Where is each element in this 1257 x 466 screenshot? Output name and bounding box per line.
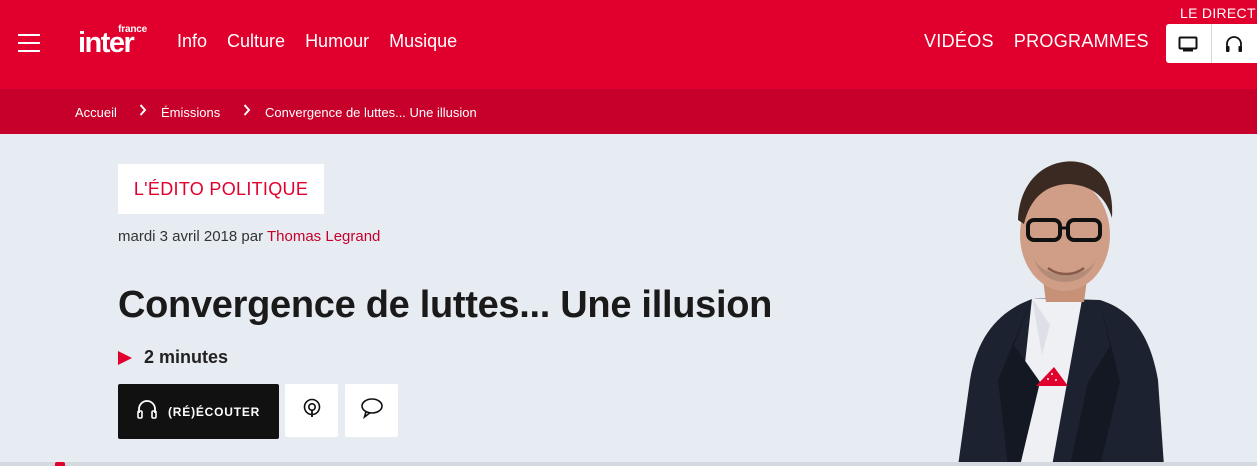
nav-info[interactable]: Info: [177, 31, 207, 52]
chevron-right-icon: [243, 104, 251, 119]
comment-button[interactable]: [345, 384, 398, 437]
direct-buttons: [1166, 24, 1257, 63]
nav-culture[interactable]: Culture: [227, 31, 285, 52]
duration-text: 2 minutes: [144, 347, 229, 367]
chevron-right-icon: [139, 104, 147, 119]
article-meta: mardi 3 avril 2018 par Thomas Legrand: [118, 228, 380, 245]
nav-programmes[interactable]: PROGRAMMES: [1014, 31, 1149, 52]
secondary-nav: VIDÉOS PROGRAMMES: [924, 31, 1149, 52]
headphones-icon: [136, 399, 158, 424]
comment-icon: [360, 397, 384, 424]
duration: 2 minutes: [118, 347, 228, 368]
listen-button-label: (RÉ)ÉCOUTER: [168, 404, 261, 419]
nav-musique[interactable]: Musique: [389, 31, 457, 52]
podcast-icon: [301, 397, 323, 424]
show-tag[interactable]: L'ÉDITO POLITIQUE: [118, 164, 324, 214]
page-title: Convergence de luttes... Une illusion: [118, 284, 773, 326]
presenter-photo: [950, 150, 1170, 466]
breadcrumb: Accueil Émissions Convergence de luttes.…: [0, 89, 1257, 134]
le-direct-label: LE DIRECT: [1180, 5, 1256, 21]
progress-marker: [55, 462, 65, 466]
nav-humour[interactable]: Humour: [305, 31, 369, 52]
author-link[interactable]: Thomas Legrand: [267, 228, 380, 245]
breadcrumb-current[interactable]: Convergence de luttes... Une illusion: [265, 105, 477, 120]
top-header: france inter Info Culture Humour Musique…: [0, 0, 1257, 89]
by-label: par: [241, 228, 264, 245]
play-triangle-icon: [118, 350, 132, 365]
bottom-divider: [0, 462, 1257, 466]
listen-button[interactable]: (RÉ)ÉCOUTER: [118, 384, 279, 439]
nav-videos[interactable]: VIDÉOS: [924, 31, 994, 52]
publish-date: mardi 3 avril 2018: [118, 228, 238, 245]
breadcrumb-accueil[interactable]: Accueil: [75, 105, 117, 120]
headphones-icon[interactable]: [1212, 24, 1257, 63]
tv-icon[interactable]: [1166, 24, 1212, 63]
main-nav: Info Culture Humour Musique: [177, 31, 457, 52]
france-inter-logo[interactable]: france inter: [78, 22, 158, 62]
breadcrumb-emissions[interactable]: Émissions: [161, 105, 220, 120]
hamburger-icon[interactable]: [18, 34, 40, 52]
logo-main-text: inter: [78, 27, 135, 59]
podcast-button[interactable]: [285, 384, 338, 437]
